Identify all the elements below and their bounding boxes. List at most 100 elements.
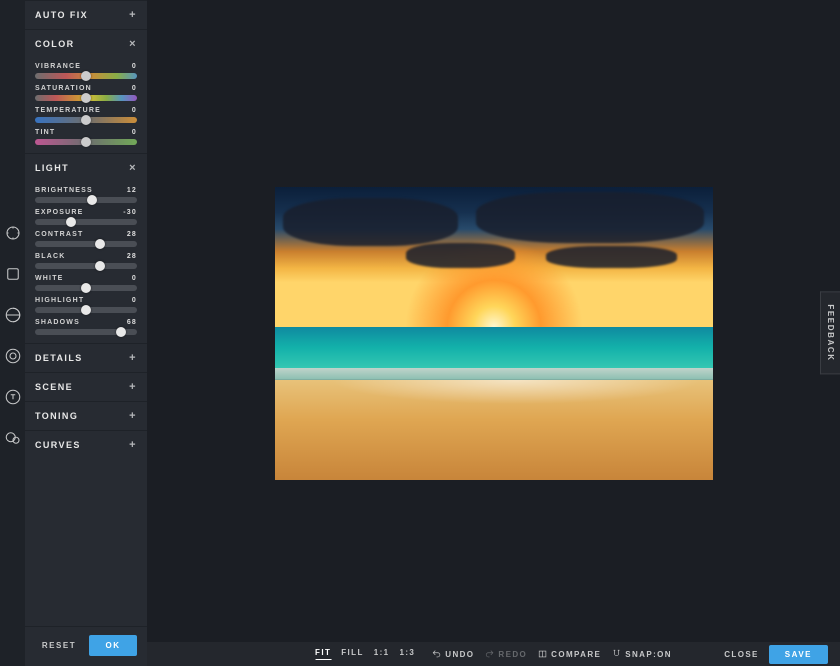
param-vibrance: VIBRANCE 0 [35,59,137,81]
section-label: SCENE [35,382,73,392]
param-value: 68 [127,319,137,326]
section-header-autofix[interactable]: AUTO FIX+ [25,0,147,29]
slider-knob[interactable] [87,195,97,205]
param-shadows: SHADOWS 68 [35,315,137,337]
adjust-sidebar: AUTO FIX+COLOR×VIBRANCE0SATURATION0TEMPE… [25,0,147,666]
param-label: WHITE [35,275,64,282]
slider-knob[interactable] [81,71,91,81]
crop-icon[interactable] [4,265,22,288]
section-header-curves[interactable]: CURVES + [25,430,147,459]
param-value: 0 [132,63,137,70]
param-white: WHITE 0 [35,271,137,293]
param-temperature: TEMPERATURE 0 [35,103,137,125]
expand-icon[interactable]: + [129,410,137,422]
section-label: TONING [35,411,78,421]
snap-toggle[interactable]: SNAP:ON [611,649,672,659]
param-label: SHADOWS [35,319,80,326]
slider-knob[interactable] [116,327,126,337]
undo-button[interactable]: UNDO [431,649,474,659]
tool-strip [0,0,25,666]
slider-knob[interactable] [81,115,91,125]
section-label: CURVES [35,440,81,450]
slider-contrast[interactable] [35,241,137,247]
param-black: BLACK 28 [35,249,137,271]
param-label: CONTRAST [35,231,84,238]
image-preview[interactable] [275,187,713,480]
slider-knob[interactable] [95,239,105,249]
slider-black[interactable] [35,263,137,269]
param-value: 0 [132,129,137,136]
section-header-toning[interactable]: TONING + [25,401,147,430]
param-value: 0 [132,297,137,304]
expand-icon[interactable]: + [129,439,137,451]
zoom-controls: FIT FILL 1:1 1:3 [315,648,415,660]
slider-knob[interactable] [81,93,91,103]
section-header-details[interactable]: DETAILS + [25,343,147,372]
param-saturation: SATURATION 0 [35,81,137,103]
canvas-area: FITFILL1:11:3 UNDO REDO COMPARE SNAP:ON … [147,0,840,666]
close-button[interactable]: CLOSE [724,650,759,659]
slider-white[interactable] [35,285,137,291]
param-label: TINT [35,129,55,136]
param-label: SATURATION [35,85,92,92]
param-value: 0 [132,107,137,114]
param-label: TEMPERATURE [35,107,101,114]
param-exposure: EXPOSURE -30 [35,205,137,227]
param-label: BLACK [35,253,66,260]
slider-vibrance[interactable] [35,73,137,79]
param-brightness: BRIGHTNESS 12 [35,183,137,205]
retouch-icon[interactable] [4,429,22,452]
param-label: BRIGHTNESS [35,187,93,194]
slider-knob[interactable] [66,217,76,227]
section-label: LIGHT [35,163,69,173]
param-value: 0 [132,275,137,282]
param-tint: TINT 0 [35,125,137,147]
adjust-icon[interactable] [4,306,22,329]
expand-icon[interactable]: + [129,352,137,364]
effects-icon[interactable] [4,347,22,370]
param-label: HIGHLIGHT [35,297,84,304]
zoom-1-3[interactable]: 1:3 [400,648,416,660]
sparkle-icon[interactable] [4,224,22,247]
param-value: -30 [123,209,137,216]
compare-button[interactable]: COMPARE [537,649,601,659]
section-label: COLOR [35,39,75,49]
collapse-icon[interactable]: × [129,162,137,174]
param-contrast: CONTRAST 28 [35,227,137,249]
zoom-fit[interactable]: FIT [315,648,331,660]
redo-button: REDO [484,649,527,659]
slider-tint[interactable] [35,139,137,145]
expand-icon[interactable]: + [129,9,137,21]
slider-knob[interactable] [81,305,91,315]
feedback-tab[interactable]: FEEDBACK [820,291,840,374]
ok-button[interactable]: OK [89,635,137,656]
slider-exposure[interactable] [35,219,137,225]
param-label: VIBRANCE [35,63,81,70]
expand-icon[interactable]: + [129,381,137,393]
section-header-light[interactable]: LIGHT × [25,153,147,182]
zoom-1-1[interactable]: 1:1 [374,648,390,660]
slider-highlight[interactable] [35,307,137,313]
slider-brightness[interactable] [35,197,137,203]
slider-knob[interactable] [81,137,91,147]
slider-shadows[interactable] [35,329,137,335]
slider-saturation[interactable] [35,95,137,101]
param-label: EXPOSURE [35,209,84,216]
section-header-color[interactable]: COLOR × [25,29,147,58]
reset-button[interactable]: RESET [35,635,83,656]
zoom-fill[interactable]: FILL [341,648,363,660]
slider-knob[interactable] [95,261,105,271]
param-value: 0 [132,85,137,92]
section-label: DETAILS [35,353,83,363]
slider-knob[interactable] [81,283,91,293]
param-highlight: HIGHLIGHT 0 [35,293,137,315]
save-button[interactable]: SAVE [769,645,828,664]
bottom-bar: FITFILL1:11:3 UNDO REDO COMPARE SNAP:ON … [147,642,840,666]
slider-temperature[interactable] [35,117,137,123]
collapse-icon[interactable]: × [129,38,137,50]
param-value: 12 [127,187,137,194]
param-value: 28 [127,231,137,238]
text-icon[interactable] [4,388,22,411]
param-value: 28 [127,253,137,260]
section-header-scene[interactable]: SCENE + [25,372,147,401]
